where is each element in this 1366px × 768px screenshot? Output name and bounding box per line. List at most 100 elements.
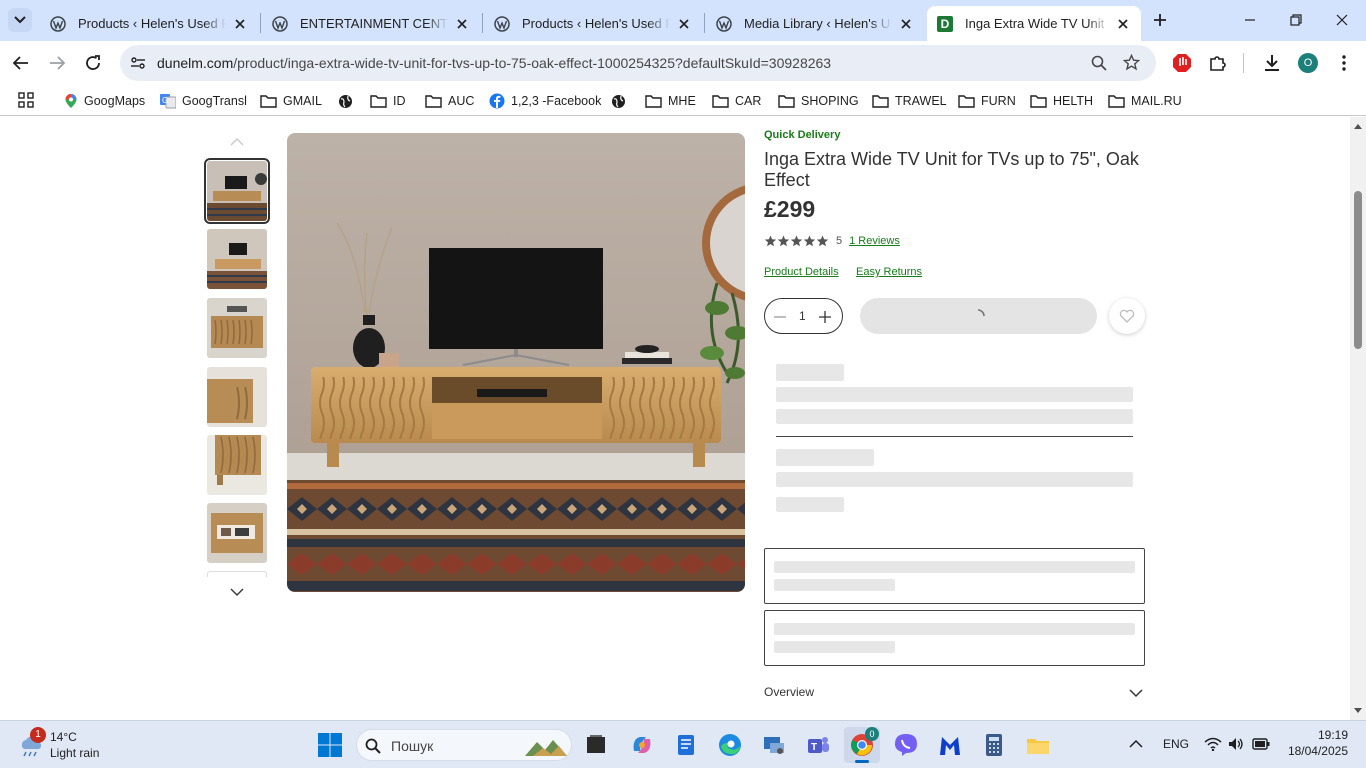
clock[interactable]: 19:19 18/04/2025 xyxy=(1282,728,1348,758)
adblock-extension-icon[interactable] xyxy=(1172,53,1192,73)
minimize-icon[interactable] xyxy=(1242,12,1258,28)
apps-grid-icon[interactable] xyxy=(18,92,34,108)
forward-arrow-icon[interactable] xyxy=(48,54,66,72)
viber-icon[interactable] xyxy=(892,731,920,759)
add-to-basket-button[interactable] xyxy=(860,298,1097,334)
file-explorer-icon[interactable] xyxy=(1024,731,1052,759)
reviews-link[interactable]: 1 Reviews xyxy=(849,235,900,247)
notepad-app-icon[interactable] xyxy=(672,731,700,759)
scroll-up-arrow-icon[interactable] xyxy=(1354,123,1362,129)
bookmark-folder-mhe[interactable]: MHE xyxy=(645,91,696,111)
windows-start-icon[interactable] xyxy=(316,731,344,759)
kebab-menu-icon[interactable] xyxy=(1336,53,1352,73)
new-tab-icon[interactable] xyxy=(1152,12,1168,28)
easy-returns-link[interactable]: Easy Returns xyxy=(856,266,922,278)
product-thumbnail[interactable] xyxy=(207,229,267,289)
bookmark-googmaps[interactable]: GoogMaps xyxy=(64,91,145,111)
bookmark-folder-trawel[interactable]: TRAWEL xyxy=(872,91,947,111)
product-title: Inga Extra Wide TV Unit for TVs up to 75… xyxy=(764,149,1139,190)
zoom-icon[interactable] xyxy=(1091,55,1107,71)
wishlist-button[interactable] xyxy=(1109,298,1145,334)
bookmark-folder-auc[interactable]: AUC xyxy=(425,91,474,111)
thumbnails-down-chevron-icon[interactable] xyxy=(229,587,245,597)
folder-icon xyxy=(645,95,662,108)
bookmark-googtransl[interactable]: G GoogTransl xyxy=(160,91,247,111)
download-icon[interactable] xyxy=(1262,53,1282,73)
taskbar-search-box[interactable]: Пошук xyxy=(356,729,572,761)
profile-avatar[interactable]: O xyxy=(1298,53,1318,73)
back-arrow-icon[interactable] xyxy=(12,54,30,72)
close-icon[interactable] xyxy=(676,16,692,32)
bookmark-folder-gmail[interactable]: GMAIL xyxy=(260,91,322,111)
delivery-option-placeholder xyxy=(764,548,1145,604)
rating-row: 5 1 Reviews xyxy=(764,235,900,247)
bookmark-star-icon[interactable] xyxy=(1123,54,1140,71)
tab-inga-tv-unit[interactable]: D Inga Extra Wide TV Unit for TVs up to … xyxy=(927,6,1141,41)
scroll-down-arrow-icon[interactable] xyxy=(1354,708,1362,714)
calculator-icon[interactable] xyxy=(980,731,1008,759)
main-product-image[interactable] xyxy=(287,133,745,592)
language-indicator[interactable]: ENG xyxy=(1163,737,1189,751)
edge-browser-icon[interactable] xyxy=(716,731,744,759)
reload-icon[interactable] xyxy=(84,54,102,72)
battery-icon[interactable] xyxy=(1252,737,1270,751)
tab-media-library[interactable]: Media Library ‹ Helen's Used Furniture xyxy=(706,6,924,41)
close-icon[interactable] xyxy=(1115,16,1131,32)
page-scrollbar[interactable] xyxy=(1350,117,1366,720)
thumbnails-up-chevron-icon[interactable] xyxy=(229,137,245,147)
network-app-icon[interactable] xyxy=(760,731,788,759)
malwarebytes-icon[interactable] xyxy=(936,731,964,759)
extensions-puzzle-icon[interactable] xyxy=(1208,53,1228,73)
quantity-value[interactable]: 1 xyxy=(799,309,806,323)
bookmark-globe-2[interactable] xyxy=(611,91,632,111)
bookmark-label: 1,2,3 -Facebook xyxy=(511,94,602,108)
folder-icon xyxy=(260,95,277,108)
product-thumbnail[interactable] xyxy=(207,435,267,495)
tab-products-2[interactable]: Products ‹ Helen's Used Furniture xyxy=(484,6,702,41)
product-thumbnail[interactable] xyxy=(207,503,267,563)
globe-icon xyxy=(612,94,625,108)
close-icon[interactable] xyxy=(232,16,248,32)
bookmark-folder-mailru[interactable]: MAIL.RU xyxy=(1108,91,1182,111)
site-info-icon[interactable] xyxy=(130,55,146,71)
scrollbar-thumb[interactable] xyxy=(1354,191,1362,349)
product-price: £299 xyxy=(764,196,816,222)
close-icon[interactable] xyxy=(898,16,914,32)
weather-widget[interactable]: 1 14°C Light rain xyxy=(14,727,134,763)
minus-icon[interactable] xyxy=(773,310,787,324)
bookmark-folder-furn[interactable]: FURN xyxy=(958,91,1016,111)
teams-icon[interactable]: T xyxy=(804,731,832,759)
plus-icon[interactable] xyxy=(818,310,832,324)
weather-description: Light rain xyxy=(50,746,100,760)
restore-icon[interactable] xyxy=(1288,12,1304,28)
tab-products-1[interactable]: Products ‹ Helen's Used Furniture xyxy=(40,6,258,41)
search-icon xyxy=(365,738,381,754)
product-details-link[interactable]: Product Details xyxy=(764,266,839,278)
task-view-icon[interactable] xyxy=(582,731,610,759)
show-hidden-icons-icon[interactable] xyxy=(1128,739,1144,749)
bookmark-folder-car[interactable]: CAR xyxy=(712,91,761,111)
bookmark-globe-1[interactable] xyxy=(338,91,359,111)
bookmark-folder-id[interactable]: ID xyxy=(370,91,406,111)
address-bar[interactable]: dunelm.com/product/inga-extra-wide-tv-un… xyxy=(120,45,1156,81)
bookmark-label: HELTH xyxy=(1053,94,1094,108)
chrome-taskbar-button[interactable]: 0 xyxy=(844,727,880,763)
tab-title: Inga Extra Wide TV Unit for TVs up to 75… xyxy=(965,16,1109,31)
tab-entertainment-centre[interactable]: ENTERTAINMENT CENTRE - Helen's xyxy=(262,6,480,41)
product-thumbnail[interactable] xyxy=(207,298,267,358)
star-icon xyxy=(803,235,816,247)
volume-icon[interactable] xyxy=(1228,737,1244,751)
bookmark-folder-helth[interactable]: HELTH xyxy=(1030,91,1093,111)
bookmark-facebook[interactable]: 1,2,3 -Facebook xyxy=(489,91,601,111)
copilot-icon[interactable] xyxy=(628,731,656,759)
product-thumbnail[interactable] xyxy=(207,367,267,427)
wifi-icon[interactable] xyxy=(1204,737,1222,751)
search-placeholder: Пошук xyxy=(391,738,434,754)
tab-search-button[interactable] xyxy=(8,8,32,32)
product-thumbnail[interactable] xyxy=(204,158,270,224)
close-icon[interactable] xyxy=(454,16,470,32)
overview-accordion[interactable]: Overview xyxy=(764,685,1145,705)
window-close-icon[interactable] xyxy=(1334,12,1350,28)
tab-title: Media Library ‹ Helen's Used Furniture xyxy=(744,16,892,31)
bookmark-folder-shoping[interactable]: SHOPING xyxy=(778,91,859,111)
